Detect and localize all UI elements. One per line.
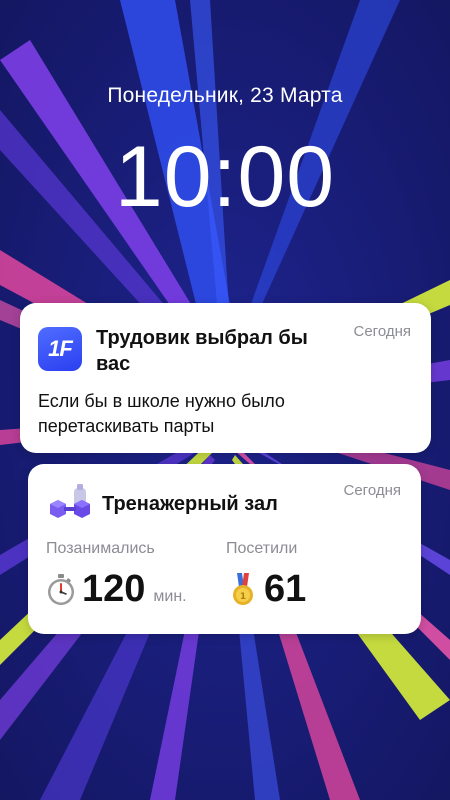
stat-label-visited: Посетили (226, 540, 298, 557)
stat-value: 120 (82, 568, 146, 610)
stat-visited: 1 61 (228, 568, 306, 611)
medal-icon: 1 (233, 572, 253, 605)
lock-screen: Понедельник, 23 Марта 10:00 1F Трудовик … (0, 0, 450, 800)
notification-time: Сегодня (343, 482, 402, 499)
notification-title: Трудовик выбрал бы вас (96, 327, 308, 375)
stat-unit: мин. (153, 588, 187, 605)
notification-time: Сегодня (353, 323, 412, 340)
lockscreen-clock: 10:00 (114, 129, 336, 225)
svg-text:1: 1 (240, 592, 246, 602)
notification-title: Тренажерный зал (102, 493, 278, 515)
stat-trained: 120 мин. (46, 568, 187, 611)
stat-label-trained: Позанимались (46, 540, 155, 557)
1f-app-icon: 1F (38, 327, 82, 371)
dumbbell-icon (50, 484, 90, 518)
notification-card[interactable]: Тренажерный зал Сегодня Позанимались Пос… (28, 464, 421, 634)
notification-card[interactable]: 1F Трудовик выбрал бы вас Сегодня Если б… (20, 303, 431, 453)
stat-value: 61 (264, 568, 307, 610)
app-icon-text: 1F (48, 336, 73, 361)
notification-body: Если бы в школе нужно было перетаскивать… (38, 391, 285, 436)
lockscreen-date: Понедельник, 23 Марта (107, 84, 343, 107)
stopwatch-icon (48, 573, 74, 605)
